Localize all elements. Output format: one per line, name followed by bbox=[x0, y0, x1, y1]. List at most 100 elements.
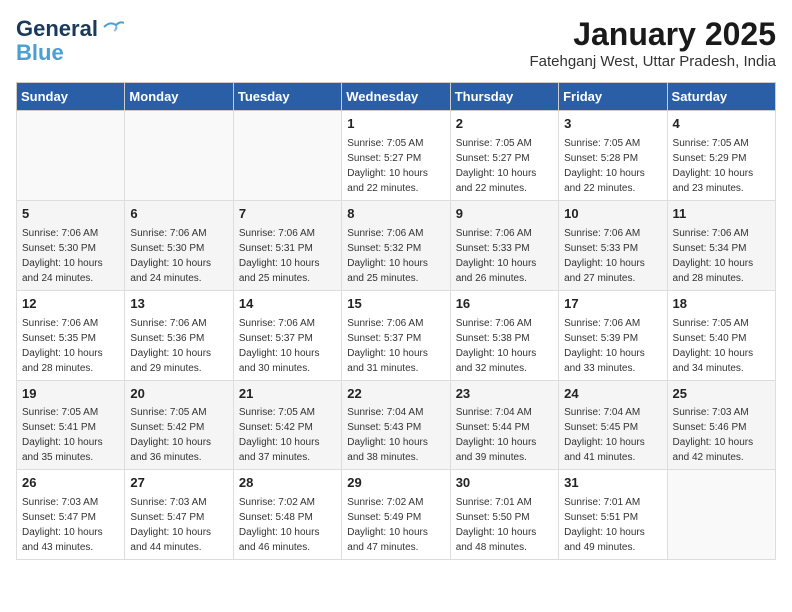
calendar-cell bbox=[233, 111, 341, 201]
calendar-cell: 13 Sunrise: 7:06 AMSunset: 5:36 PMDayligh… bbox=[125, 290, 233, 380]
calendar-cell: 19Sunrise: 7:05 AMSunset: 5:41 PMDayligh… bbox=[17, 380, 125, 470]
day-number: 12 bbox=[22, 295, 119, 314]
weekday-header-sunday: Sunday bbox=[17, 83, 125, 111]
day-detail: Sunrise: 7:05 AMSunset: 5:27 PMDaylight:… bbox=[456, 136, 553, 196]
day-detail: Sunrise: 7:06 AMSunset: 5:35 PMDaylight:… bbox=[22, 316, 119, 376]
day-number: 6 bbox=[130, 205, 227, 224]
calendar-cell: 17 Sunrise: 7:06 AMSunset: 5:39 PMDayligh… bbox=[559, 290, 667, 380]
calendar-cell: 9 Sunrise: 7:06 AMSunset: 5:33 PMDaylight… bbox=[450, 200, 558, 290]
calendar-cell: 24Sunrise: 7:04 AMSunset: 5:45 PMDayligh… bbox=[559, 380, 667, 470]
calendar-cell: 4 Sunrise: 7:05 AMSunset: 5:29 PMDaylight… bbox=[667, 111, 775, 201]
day-number: 1 bbox=[347, 115, 444, 134]
weekday-header-wednesday: Wednesday bbox=[342, 83, 450, 111]
day-number: 5 bbox=[22, 205, 119, 224]
day-detail: Sunrise: 7:06 AMSunset: 5:37 PMDaylight:… bbox=[239, 316, 336, 376]
day-number: 7 bbox=[239, 205, 336, 224]
weekday-header-thursday: Thursday bbox=[450, 83, 558, 111]
day-number: 23 bbox=[456, 385, 553, 404]
calendar-cell: 5 Sunrise: 7:06 AMSunset: 5:30 PMDaylight… bbox=[17, 200, 125, 290]
calendar-cell: 8 Sunrise: 7:06 AMSunset: 5:32 PMDaylight… bbox=[342, 200, 450, 290]
day-number: 11 bbox=[673, 205, 770, 224]
day-detail: Sunrise: 7:06 AMSunset: 5:37 PMDaylight:… bbox=[347, 316, 444, 376]
calendar-cell: 11Sunrise: 7:06 AMSunset: 5:34 PMDayligh… bbox=[667, 200, 775, 290]
day-number: 20 bbox=[130, 385, 227, 404]
day-detail: Sunrise: 7:06 AMSunset: 5:39 PMDaylight:… bbox=[564, 316, 661, 376]
day-detail: Sunrise: 7:06 AMSunset: 5:32 PMDaylight:… bbox=[347, 226, 444, 286]
day-number: 28 bbox=[239, 474, 336, 493]
calendar-cell: 15 Sunrise: 7:06 AMSunset: 5:37 PMDayligh… bbox=[342, 290, 450, 380]
day-detail: Sunrise: 7:05 AMSunset: 5:40 PMDaylight:… bbox=[673, 316, 770, 376]
day-detail: Sunrise: 7:03 AMSunset: 5:47 PMDaylight:… bbox=[130, 495, 227, 555]
calendar-cell: 3 Sunrise: 7:05 AMSunset: 5:28 PMDaylight… bbox=[559, 111, 667, 201]
weekday-header-friday: Friday bbox=[559, 83, 667, 111]
day-detail: Sunrise: 7:06 AMSunset: 5:30 PMDaylight:… bbox=[130, 226, 227, 286]
day-detail: Sunrise: 7:04 AMSunset: 5:44 PMDaylight:… bbox=[456, 405, 553, 465]
day-detail: Sunrise: 7:05 AMSunset: 5:29 PMDaylight:… bbox=[673, 136, 770, 196]
calendar-cell: 18 Sunrise: 7:05 AMSunset: 5:40 PMDayligh… bbox=[667, 290, 775, 380]
calendar-cell bbox=[125, 111, 233, 201]
calendar-week-3: 12 Sunrise: 7:06 AMSunset: 5:35 PMDayligh… bbox=[17, 290, 776, 380]
weekday-header-monday: Monday bbox=[125, 83, 233, 111]
weekday-header-tuesday: Tuesday bbox=[233, 83, 341, 111]
day-number: 26 bbox=[22, 474, 119, 493]
logo-bird-icon bbox=[102, 19, 124, 35]
day-number: 24 bbox=[564, 385, 661, 404]
calendar-cell: 28 Sunrise: 7:02 AMSunset: 5:48 PMDayligh… bbox=[233, 470, 341, 560]
day-detail: Sunrise: 7:06 AMSunset: 5:33 PMDaylight:… bbox=[456, 226, 553, 286]
calendar-cell: 20Sunrise: 7:05 AMSunset: 5:42 PMDayligh… bbox=[125, 380, 233, 470]
calendar-cell: 12 Sunrise: 7:06 AMSunset: 5:35 PMDayligh… bbox=[17, 290, 125, 380]
day-number: 27 bbox=[130, 474, 227, 493]
day-number: 16 bbox=[456, 295, 553, 314]
day-number: 21 bbox=[239, 385, 336, 404]
day-number: 22 bbox=[347, 385, 444, 404]
calendar-cell: 26 Sunrise: 7:03 AMSunset: 5:47 PMDayligh… bbox=[17, 470, 125, 560]
day-number: 31 bbox=[564, 474, 661, 493]
day-number: 9 bbox=[456, 205, 553, 224]
calendar-cell: 25Sunrise: 7:03 AMSunset: 5:46 PMDayligh… bbox=[667, 380, 775, 470]
day-number: 8 bbox=[347, 205, 444, 224]
day-number: 4 bbox=[673, 115, 770, 134]
day-detail: Sunrise: 7:01 AMSunset: 5:51 PMDaylight:… bbox=[564, 495, 661, 555]
day-number: 2 bbox=[456, 115, 553, 134]
day-number: 3 bbox=[564, 115, 661, 134]
calendar-week-5: 26 Sunrise: 7:03 AMSunset: 5:47 PMDayligh… bbox=[17, 470, 776, 560]
logo: General Blue bbox=[16, 16, 124, 64]
day-number: 25 bbox=[673, 385, 770, 404]
calendar-cell: 16Sunrise: 7:06 AMSunset: 5:38 PMDayligh… bbox=[450, 290, 558, 380]
day-number: 10 bbox=[564, 205, 661, 224]
calendar-cell: 21Sunrise: 7:05 AMSunset: 5:42 PMDayligh… bbox=[233, 380, 341, 470]
calendar-cell bbox=[17, 111, 125, 201]
weekday-header-row: SundayMondayTuesdayWednesdayThursdayFrid… bbox=[17, 83, 776, 111]
day-number: 29 bbox=[347, 474, 444, 493]
calendar-cell: 30Sunrise: 7:01 AMSunset: 5:50 PMDayligh… bbox=[450, 470, 558, 560]
calendar-cell: 2 Sunrise: 7:05 AMSunset: 5:27 PMDaylight… bbox=[450, 111, 558, 201]
day-detail: Sunrise: 7:04 AMSunset: 5:45 PMDaylight:… bbox=[564, 405, 661, 465]
calendar-cell: 31 Sunrise: 7:01 AMSunset: 5:51 PMDayligh… bbox=[559, 470, 667, 560]
day-detail: Sunrise: 7:06 AMSunset: 5:33 PMDaylight:… bbox=[564, 226, 661, 286]
day-detail: Sunrise: 7:05 AMSunset: 5:28 PMDaylight:… bbox=[564, 136, 661, 196]
day-detail: Sunrise: 7:03 AMSunset: 5:46 PMDaylight:… bbox=[673, 405, 770, 465]
calendar-cell: 6 Sunrise: 7:06 AMSunset: 5:30 PMDaylight… bbox=[125, 200, 233, 290]
calendar-cell: 7 Sunrise: 7:06 AMSunset: 5:31 PMDaylight… bbox=[233, 200, 341, 290]
calendar-cell: 14Sunrise: 7:06 AMSunset: 5:37 PMDayligh… bbox=[233, 290, 341, 380]
location-title: Fatehganj West, Uttar Pradesh, India bbox=[529, 53, 776, 70]
day-detail: Sunrise: 7:06 AMSunset: 5:30 PMDaylight:… bbox=[22, 226, 119, 286]
day-detail: Sunrise: 7:03 AMSunset: 5:47 PMDaylight:… bbox=[22, 495, 119, 555]
day-detail: Sunrise: 7:04 AMSunset: 5:43 PMDaylight:… bbox=[347, 405, 444, 465]
day-detail: Sunrise: 7:02 AMSunset: 5:49 PMDaylight:… bbox=[347, 495, 444, 555]
day-number: 15 bbox=[347, 295, 444, 314]
logo-general: General bbox=[16, 16, 98, 42]
calendar-cell: 23Sunrise: 7:04 AMSunset: 5:44 PMDayligh… bbox=[450, 380, 558, 470]
day-detail: Sunrise: 7:05 AMSunset: 5:42 PMDaylight:… bbox=[130, 405, 227, 465]
calendar-cell: 27 Sunrise: 7:03 AMSunset: 5:47 PMDayligh… bbox=[125, 470, 233, 560]
day-number: 17 bbox=[564, 295, 661, 314]
day-detail: Sunrise: 7:06 AMSunset: 5:31 PMDaylight:… bbox=[239, 226, 336, 286]
day-number: 13 bbox=[130, 295, 227, 314]
weekday-header-saturday: Saturday bbox=[667, 83, 775, 111]
calendar-cell bbox=[667, 470, 775, 560]
calendar-cell: 10 Sunrise: 7:06 AMSunset: 5:33 PMDayligh… bbox=[559, 200, 667, 290]
title-block: January 2025 Fatehganj West, Uttar Prade… bbox=[529, 16, 776, 70]
day-number: 18 bbox=[673, 295, 770, 314]
day-detail: Sunrise: 7:02 AMSunset: 5:48 PMDaylight:… bbox=[239, 495, 336, 555]
day-detail: Sunrise: 7:06 AMSunset: 5:36 PMDaylight:… bbox=[130, 316, 227, 376]
